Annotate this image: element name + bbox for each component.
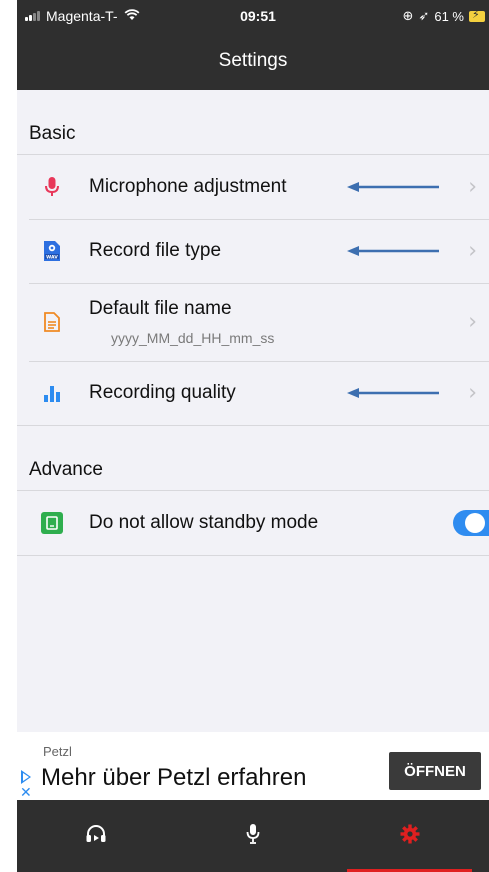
location-icon: ➶ — [418, 8, 430, 23]
ad-headline[interactable]: Mehr über Petzl erfahren — [41, 764, 306, 792]
battery-percent: 61 % — [434, 8, 464, 24]
close-icon[interactable]: ✕ — [20, 784, 32, 801]
standby-icon — [41, 512, 63, 534]
chevron-right-icon: › — [468, 174, 477, 200]
advance-settings-list: Do not allow standby mode — [17, 490, 489, 556]
headphones-icon — [85, 824, 107, 849]
page-title: Settings — [218, 50, 288, 71]
tab-player[interactable] — [17, 800, 174, 872]
svg-text:WAV: WAV — [46, 254, 58, 260]
standby-toggle[interactable] — [453, 510, 489, 536]
setting-microphone-adjustment[interactable]: Microphone adjustment › — [17, 155, 489, 219]
chevron-right-icon: › — [468, 380, 477, 406]
document-icon — [41, 311, 63, 333]
wav-file-icon: WAV — [41, 240, 63, 262]
setting-label: Microphone adjustment — [89, 176, 287, 197]
setting-text: Default file name yyyy_MM_dd_HH_mm_ss — [89, 298, 274, 346]
section-title-basic: Basic — [29, 123, 76, 144]
top-bar: Magenta-T- 09:51 ⊕ ➶ 61 % Settings — [17, 0, 489, 90]
orientation-lock-icon: ⊕ — [402, 8, 414, 23]
microphone-icon — [41, 176, 63, 198]
setting-default-file-name[interactable]: Default file name yyyy_MM_dd_HH_mm_ss › — [17, 283, 489, 361]
annotation-arrow — [347, 388, 439, 398]
setting-record-file-type[interactable]: WAV Record file type › — [17, 219, 489, 283]
battery-icon — [469, 8, 485, 22]
tab-settings[interactable] — [331, 800, 488, 872]
setting-label: Record file type — [89, 240, 222, 261]
tab-record[interactable] — [174, 800, 331, 872]
status-bar: Magenta-T- 09:51 ⊕ ➶ 61 % — [17, 0, 489, 30]
section-title-advance: Advance — [29, 459, 103, 480]
annotation-arrow — [347, 182, 439, 192]
setting-value: yyyy_MM_dd_HH_mm_ss — [111, 330, 275, 346]
setting-recording-quality[interactable]: Recording quality › — [17, 361, 489, 425]
gear-icon — [400, 824, 420, 849]
setting-label: Recording quality — [89, 382, 236, 403]
setting-label: Do not allow standby mode — [89, 512, 319, 533]
basic-settings-list: Microphone adjustment › WAV Record file … — [17, 154, 489, 426]
ad-brand: Petzl — [43, 744, 72, 759]
microphone-icon — [246, 823, 260, 850]
chevron-right-icon: › — [468, 238, 477, 264]
ad-open-button[interactable]: ÖFFNEN — [389, 752, 481, 790]
annotation-arrow — [347, 246, 439, 256]
tab-bar — [17, 800, 489, 872]
ad-banner[interactable]: Petzl ✕ Mehr über Petzl erfahren ÖFFNEN — [17, 732, 489, 800]
setting-standby-mode: Do not allow standby mode — [17, 491, 489, 555]
setting-label: Default file name — [89, 298, 232, 319]
bar-chart-icon — [41, 382, 63, 404]
status-right: ⊕ ➶ 61 % — [403, 8, 485, 24]
chevron-right-icon: › — [468, 309, 477, 335]
app-screen: Magenta-T- 09:51 ⊕ ➶ 61 % Settings Basic — [17, 0, 489, 872]
ad-choices-icon[interactable] — [21, 770, 31, 784]
